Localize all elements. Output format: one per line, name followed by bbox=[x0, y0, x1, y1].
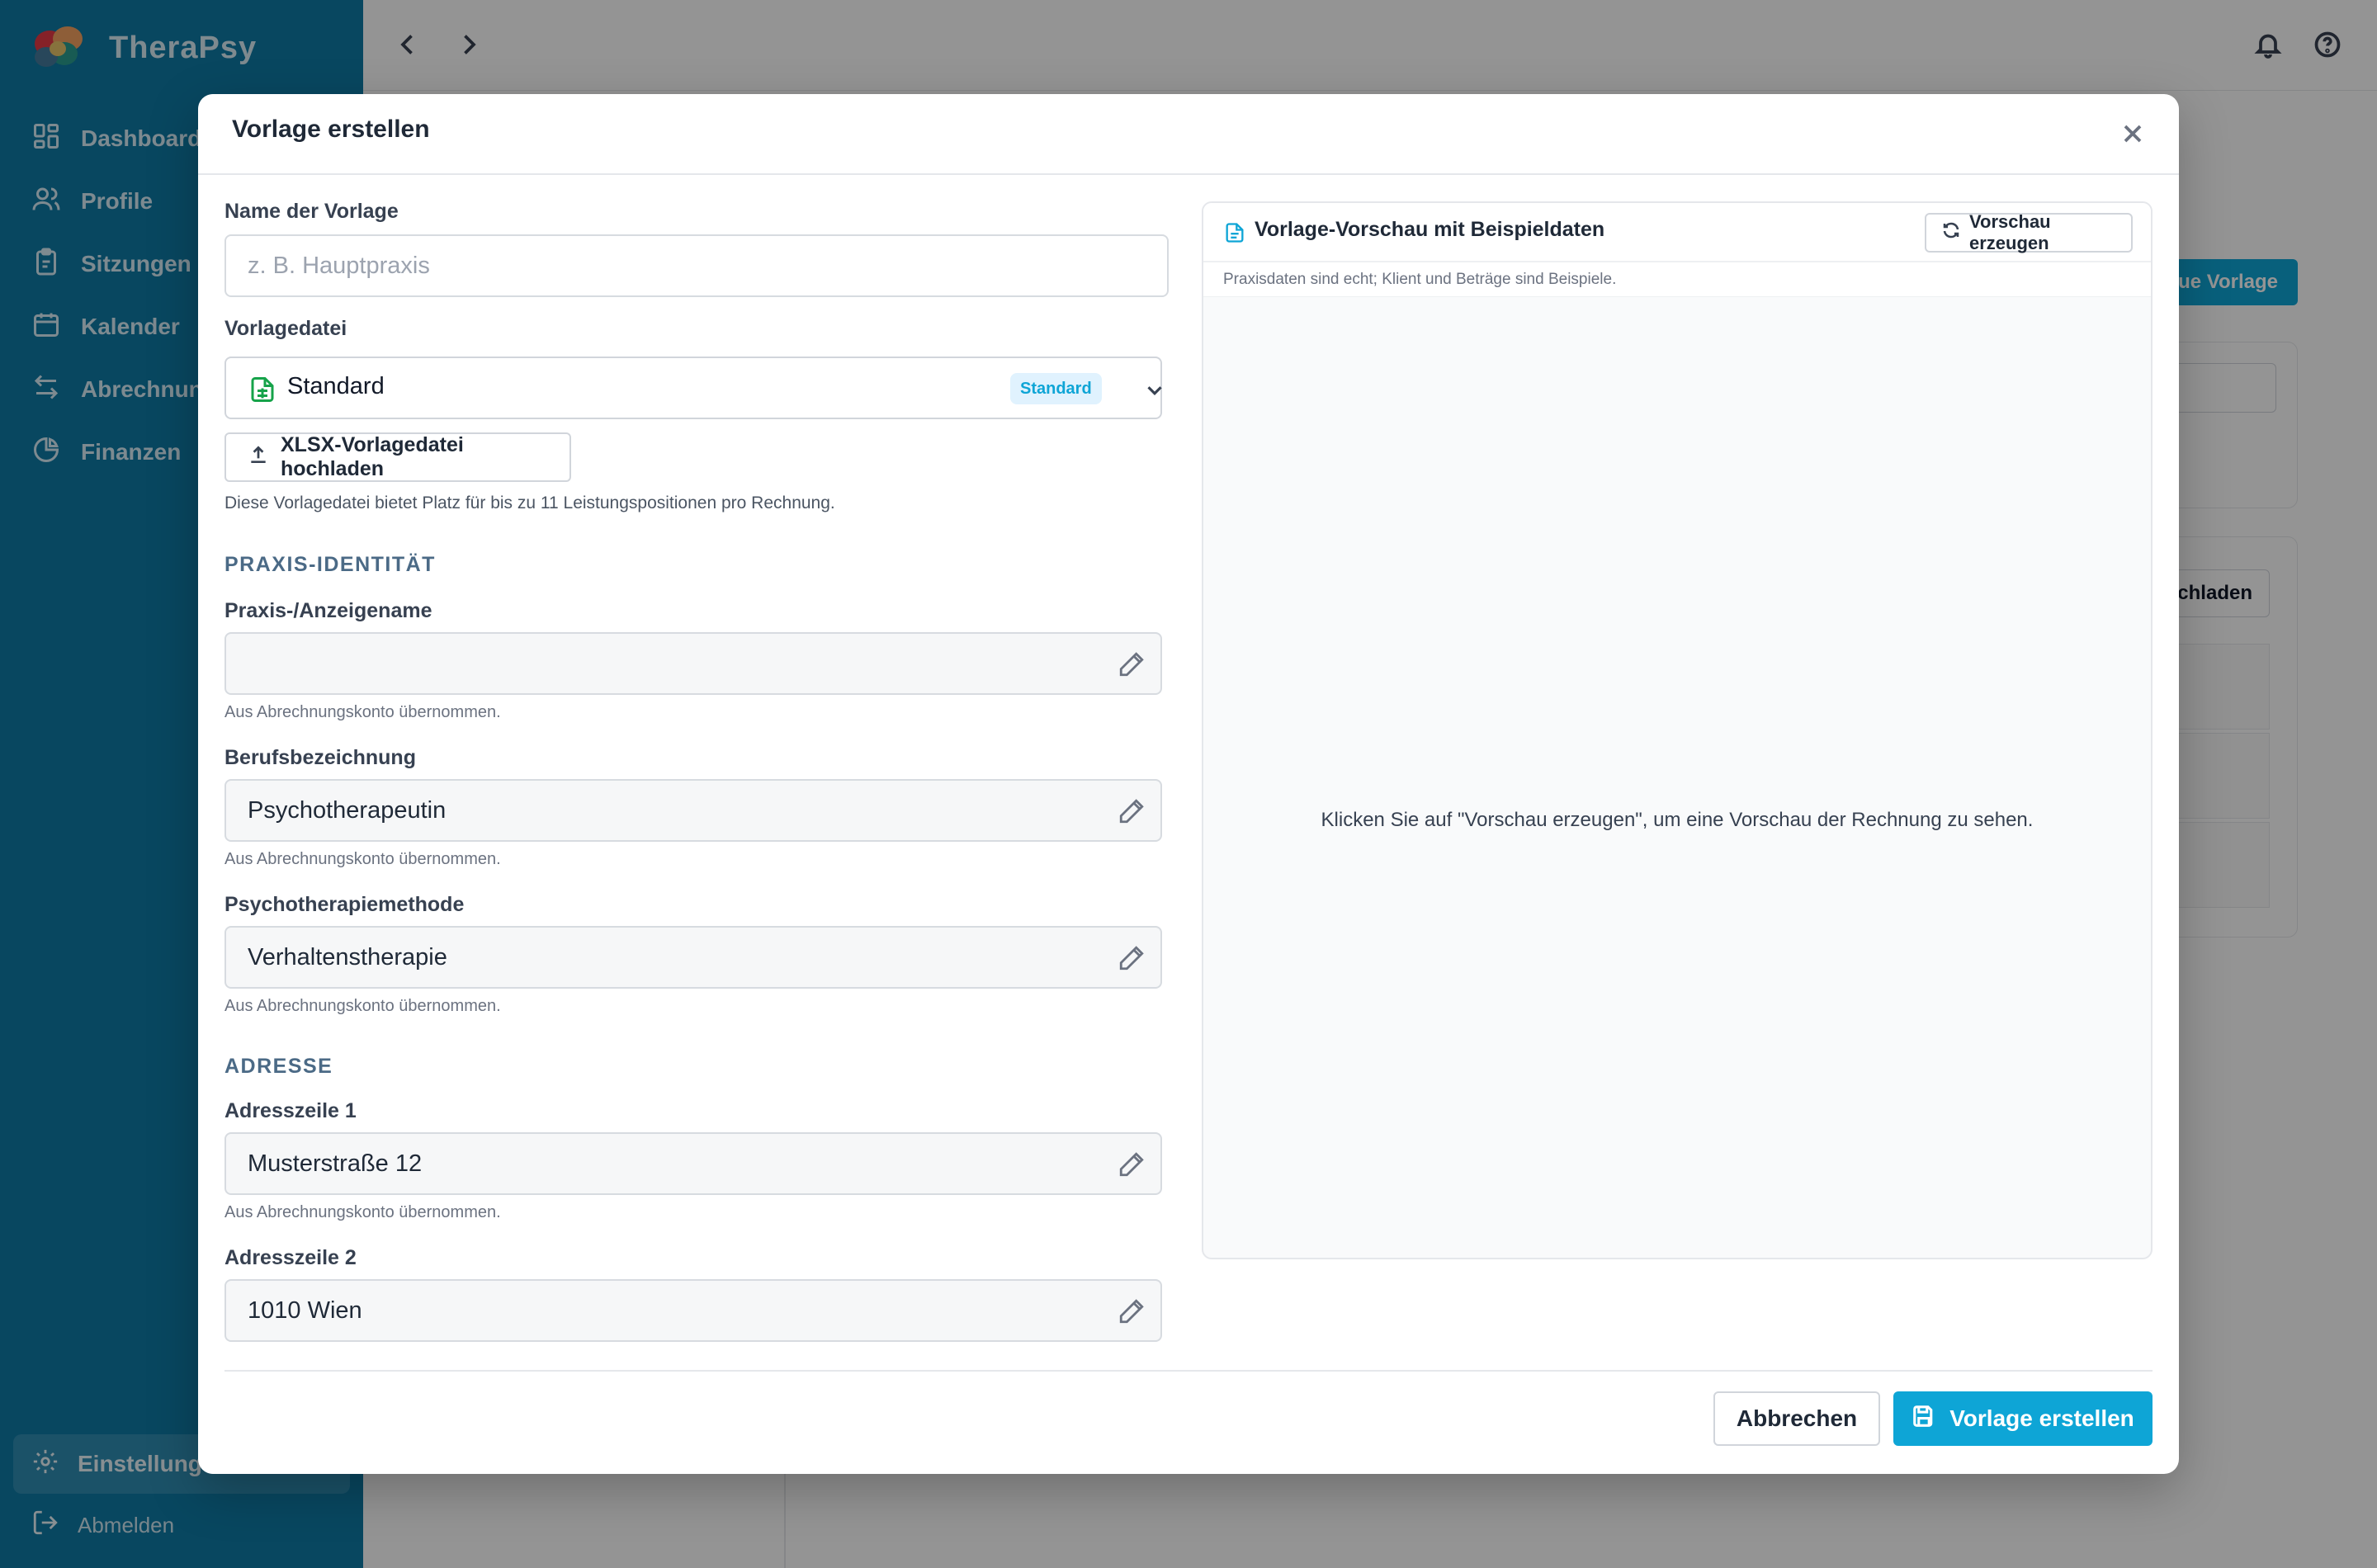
adresszeile-2-field[interactable]: 1010 Wien bbox=[224, 1279, 1162, 1342]
cancel-button[interactable]: Abbrechen bbox=[1713, 1391, 1880, 1446]
dialog-title: Vorlage erstellen bbox=[232, 116, 430, 143]
field-label: Praxis-/Anzeigename bbox=[224, 599, 432, 622]
standard-badge: Standard bbox=[1010, 373, 1102, 404]
pencil-icon[interactable] bbox=[1118, 797, 1146, 825]
field-label: Adresszeile 2 bbox=[224, 1246, 357, 1269]
template-file-value: Standard bbox=[287, 373, 385, 399]
create-template-dialog: Vorlage erstellen Name der Vorlage Vorla… bbox=[198, 94, 2179, 1474]
upload-icon bbox=[248, 444, 269, 471]
create-template-button[interactable]: Vorlage erstellen bbox=[1893, 1391, 2153, 1446]
document-icon bbox=[1223, 221, 1246, 244]
close-icon[interactable] bbox=[2118, 119, 2148, 149]
create-template-label: Vorlage erstellen bbox=[1949, 1405, 2134, 1431]
field-value: Verhaltenstherapie bbox=[248, 943, 447, 971]
field-value: Musterstraße 12 bbox=[248, 1150, 423, 1177]
field-value: 1010 Wien bbox=[248, 1296, 362, 1324]
praxis-name-field[interactable] bbox=[224, 632, 1162, 695]
preview-header: Vorlage-Vorschau mit Beispieldaten Vorsc… bbox=[1203, 203, 2151, 262]
save-icon bbox=[1912, 1404, 1936, 1434]
footer-divider bbox=[224, 1370, 2153, 1372]
section-praxis-identitaet: PRAXIS-IDENTITÄT bbox=[224, 553, 436, 576]
dialog-header: Vorlage erstellen bbox=[198, 94, 2179, 175]
preview-subtitle: Praxisdaten sind echt; Klient und Beträg… bbox=[1203, 262, 2151, 297]
upload-label: XLSX-Vorlagedatei hochladen bbox=[281, 433, 464, 480]
preview-title: Vorlage-Vorschau mit Beispieldaten bbox=[1255, 218, 1605, 241]
field-hint: Aus Abrechnungskonto übernommen. bbox=[224, 703, 501, 721]
pencil-icon[interactable] bbox=[1118, 1297, 1146, 1325]
preview-empty-message: Klicken Sie auf "Vorschau erzeugen", um … bbox=[1321, 809, 2034, 831]
generate-preview-button[interactable]: Vorschau erzeugen bbox=[1925, 211, 2133, 253]
field-label: Psychotherapiemethode bbox=[224, 893, 465, 916]
pencil-icon[interactable] bbox=[1118, 944, 1146, 972]
adresszeile-1-field[interactable]: Musterstraße 12 bbox=[224, 1132, 1162, 1195]
field-hint: Aus Abrechnungskonto übernommen. bbox=[224, 850, 501, 868]
chevron-down-icon bbox=[1142, 378, 1167, 403]
field-label: Adresszeile 1 bbox=[224, 1099, 357, 1122]
generate-preview-label: Vorschau erzeugen bbox=[1969, 211, 2051, 253]
template-file-select[interactable]: Standard Standard bbox=[224, 357, 1162, 419]
template-file-label: Vorlagedatei bbox=[224, 317, 347, 340]
name-label: Name der Vorlage bbox=[224, 200, 399, 223]
pencil-icon[interactable] bbox=[1118, 1150, 1146, 1178]
field-hint: Aus Abrechnungskonto übernommen. bbox=[224, 1203, 501, 1221]
berufsbezeichnung-field[interactable]: Psychotherapeutin bbox=[224, 779, 1162, 842]
field-hint: Aus Abrechnungskonto übernommen. bbox=[224, 997, 501, 1015]
field-value: Psychotherapeutin bbox=[248, 796, 447, 824]
pencil-icon[interactable] bbox=[1118, 650, 1146, 678]
refresh-icon bbox=[1941, 220, 1961, 245]
field-label: Berufsbezeichnung bbox=[224, 746, 416, 769]
section-adresse: ADRESSE bbox=[224, 1055, 333, 1078]
template-hint: Diese Vorlagedatei bietet Platz für bis … bbox=[224, 494, 835, 512]
spreadsheet-icon bbox=[248, 375, 277, 404]
template-preview-panel: Vorlage-Vorschau mit Beispieldaten Vorsc… bbox=[1202, 201, 2153, 1259]
upload-xlsx-button[interactable]: XLSX-Vorlagedatei hochladen bbox=[224, 432, 571, 482]
template-name-input[interactable] bbox=[224, 234, 1169, 297]
psychotherapiemethode-field[interactable]: Verhaltenstherapie bbox=[224, 926, 1162, 989]
